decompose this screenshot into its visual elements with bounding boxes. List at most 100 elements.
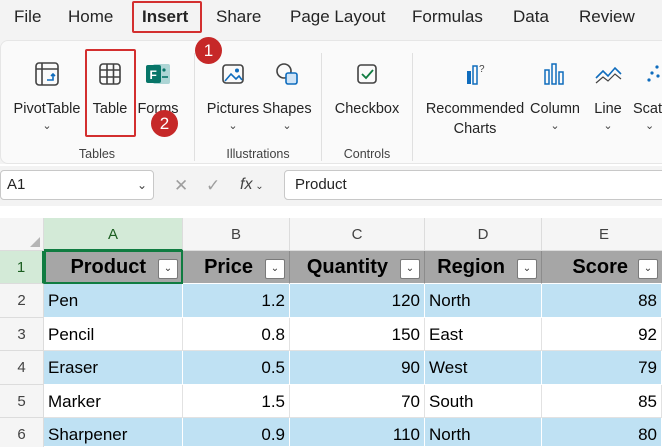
tab-file[interactable]: File [14, 0, 41, 34]
ribbon: PivotTable ⌄ Table F Forms Tables Pictur… [0, 36, 662, 164]
forms-button[interactable]: F Forms [135, 59, 181, 119]
filter-dropdown-icon[interactable]: ⌄ [400, 259, 420, 279]
enter-check-icon[interactable]: ✓ [206, 176, 220, 196]
formula-bar: A1 ⌄ ✕ ✓ fx ⌄ Product [0, 166, 662, 206]
header-text: Region [437, 256, 505, 278]
filter-dropdown-icon[interactable]: ⌄ [265, 259, 285, 279]
tab-review[interactable]: Review [579, 0, 635, 34]
column-header-e[interactable]: E [542, 218, 662, 251]
table-cell[interactable]: North [425, 418, 542, 447]
table-cell[interactable]: Pencil [44, 318, 183, 351]
pictures-icon [222, 64, 244, 84]
row-header-3[interactable]: 3 [0, 318, 44, 351]
table-cell[interactable]: Eraser [44, 351, 183, 385]
table-header-quantity[interactable]: Quantity ⌄ [290, 251, 425, 284]
scatter-chart-label: Scat [633, 101, 662, 117]
table-cell[interactable]: 110 [290, 418, 425, 447]
column-header-a[interactable]: A [44, 218, 183, 251]
chevron-down-icon: ⌄ [282, 120, 292, 132]
pivottable-icon [35, 62, 59, 86]
row-header-2[interactable]: 2 [0, 284, 44, 318]
row-header-5[interactable]: 5 [0, 385, 44, 418]
table-cell[interactable]: West [425, 351, 542, 385]
pictures-button[interactable]: Pictures ⌄ [205, 59, 261, 133]
insert-function-icon[interactable]: fx ⌄ [240, 176, 264, 194]
header-text: Score [572, 256, 628, 278]
table-cell[interactable]: 92 [542, 318, 662, 351]
column-header-b[interactable]: B [183, 218, 290, 251]
column-header-c[interactable]: C [290, 218, 425, 251]
name-box-value: A1 [7, 176, 26, 193]
forms-icon: F [146, 64, 170, 84]
table-header-product[interactable]: Product ⌄ [44, 251, 183, 284]
table-cell[interactable]: 88 [542, 284, 662, 318]
column-chart-button[interactable]: Column ⌄ [527, 59, 583, 133]
table-cell[interactable]: 150 [290, 318, 425, 351]
pictures-label: Pictures [206, 101, 260, 117]
tab-formulas[interactable]: Formulas [412, 0, 483, 34]
shapes-icon [276, 63, 298, 85]
line-chart-button[interactable]: Line ⌄ [587, 59, 629, 133]
table-cell[interactable]: 120 [290, 284, 425, 318]
chevron-down-icon: ⌄ [228, 120, 238, 132]
controls-group-label: Controls [343, 147, 391, 161]
select-all-corner[interactable] [0, 218, 44, 251]
table-cell[interactable]: 0.8 [183, 318, 290, 351]
chevron-down-icon: ⌄ [645, 120, 655, 132]
table-header-region[interactable]: Region ⌄ [425, 251, 542, 284]
tab-insert[interactable]: Insert [142, 0, 188, 34]
table-button[interactable]: Table [87, 59, 133, 119]
tab-home[interactable]: Home [68, 0, 113, 34]
table-cell[interactable]: 0.9 [183, 418, 290, 447]
table-cell[interactable]: 90 [290, 351, 425, 385]
insert-function-label: fx [240, 176, 253, 193]
tab-page-layout[interactable]: Page Layout [290, 0, 385, 34]
cancel-icon[interactable]: ✕ [174, 176, 188, 196]
table-cell[interactable]: 70 [290, 385, 425, 418]
table-cell[interactable]: 1.5 [183, 385, 290, 418]
line-chart-icon [595, 66, 622, 84]
recommended-charts-button[interactable]: ? Recommended Charts [423, 59, 527, 139]
formula-input[interactable]: Product [284, 170, 662, 200]
row-header-6[interactable]: 6 [0, 418, 44, 447]
recommended-charts-label-line1: Recommended [425, 101, 525, 117]
table-cell[interactable]: East [425, 318, 542, 351]
tab-share[interactable]: Share [216, 0, 261, 34]
chevron-down-icon[interactable]: ⌄ [137, 171, 147, 199]
filter-dropdown-icon[interactable]: ⌄ [638, 259, 658, 279]
filter-dropdown-icon[interactable]: ⌄ [517, 259, 537, 279]
filter-dropdown-icon[interactable]: ⌄ [158, 259, 178, 279]
svg-text:?: ? [479, 64, 485, 75]
header-text: Product [70, 256, 146, 278]
tab-data[interactable]: Data [513, 0, 549, 34]
column-header-d[interactable]: D [425, 218, 542, 251]
table-cell[interactable]: 1.2 [183, 284, 290, 318]
checkbox-icon [357, 64, 377, 84]
table-cell[interactable]: Marker [44, 385, 183, 418]
pivottable-button[interactable]: PivotTable ⌄ [11, 59, 83, 133]
spreadsheet-grid: A B C D E 1 2 3 4 5 6 Product ⌄ Price ⌄ Qu… [0, 210, 662, 447]
row-header-4[interactable]: 4 [0, 351, 44, 385]
table-cell[interactable]: Sharpener [44, 418, 183, 447]
checkbox-button[interactable]: Checkbox [331, 59, 403, 119]
table-cell[interactable]: North [425, 284, 542, 318]
chevron-down-icon: ⌄ [42, 120, 52, 132]
name-box[interactable]: A1 ⌄ [0, 170, 154, 200]
pivottable-label: PivotTable [13, 101, 81, 117]
table-cell[interactable]: 80 [542, 418, 662, 447]
table-cell[interactable]: Pen [44, 284, 183, 318]
table-cell[interactable]: 85 [542, 385, 662, 418]
table-header-price[interactable]: Price ⌄ [183, 251, 290, 284]
table-cell[interactable]: 0.5 [183, 351, 290, 385]
table-cell[interactable]: South [425, 385, 542, 418]
scatter-chart-button[interactable]: Scat ⌄ [631, 59, 662, 133]
chevron-down-icon: ⌄ [550, 120, 560, 132]
illustrations-group-label: Illustrations [226, 147, 290, 161]
header-text: Quantity [306, 256, 388, 278]
table-cell[interactable]: 79 [542, 351, 662, 385]
menu-bar: File Home Insert Share Page Layout Formu… [0, 0, 662, 36]
row-header-1[interactable]: 1 [0, 251, 44, 284]
shapes-button[interactable]: Shapes ⌄ [261, 59, 313, 133]
shapes-label: Shapes [262, 101, 312, 117]
table-header-score[interactable]: Score ⌄ [542, 251, 662, 284]
